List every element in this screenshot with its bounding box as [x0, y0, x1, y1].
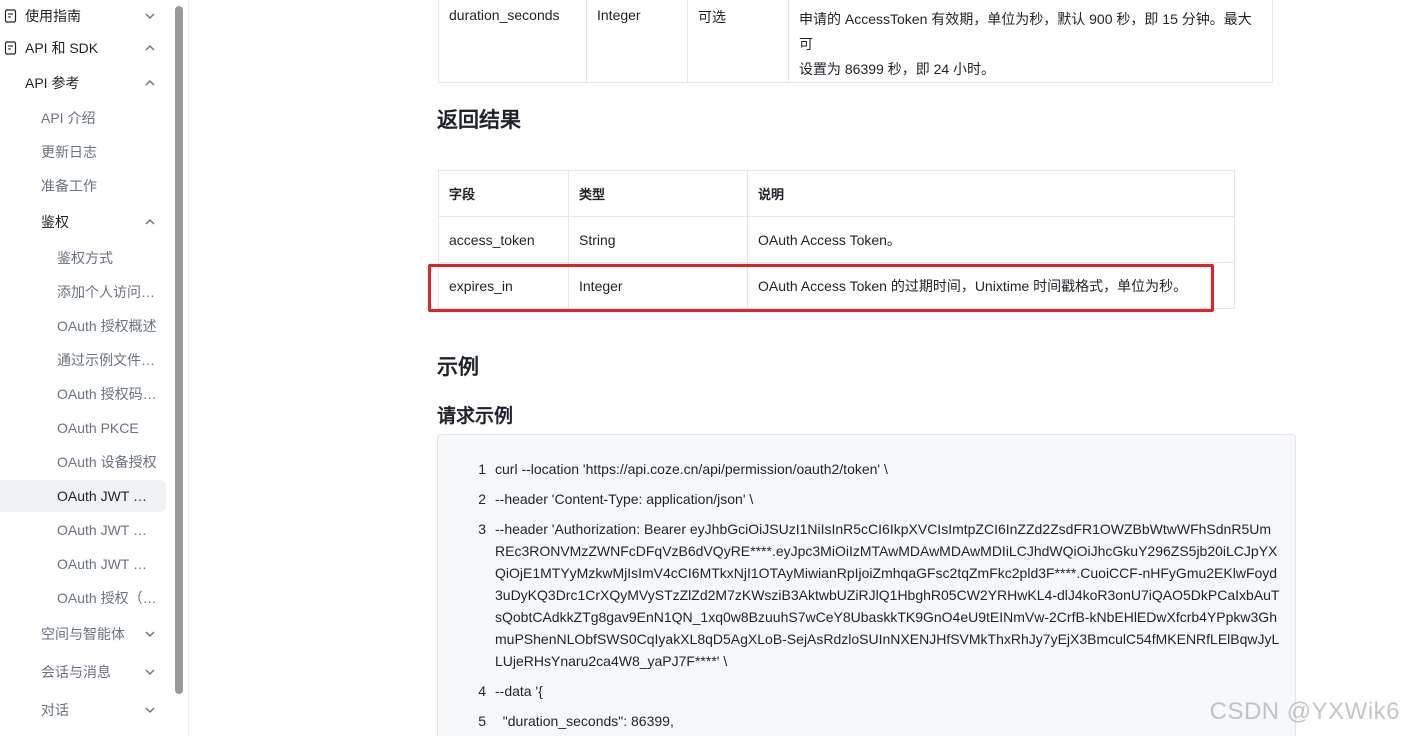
line-number: 4 — [478, 683, 486, 699]
example-section-title: 示例 — [437, 356, 479, 379]
param-desc-line: 设置为 86399 秒，即 24 小时。 — [799, 61, 996, 77]
chevron-down-icon — [145, 707, 155, 713]
sidebar-item-preparation[interactable]: 准备工作 — [0, 170, 166, 202]
sidebar-item-oauth-overview[interactable]: OAuth 授权概述 — [0, 310, 166, 342]
sidebar-item-sample-files[interactable]: 通过示例文件… — [0, 344, 166, 376]
sidebar-item-label: OAuth 设备授权 — [57, 454, 157, 470]
document-icon — [4, 41, 17, 55]
chevron-up-icon — [145, 45, 155, 51]
sidebar-item-label: OAuth JWT … — [57, 488, 147, 504]
table-row: access_token String OAuth Access Token。 — [438, 216, 1235, 263]
sidebar-item-label: 鉴权 — [41, 214, 69, 230]
param-type: Integer — [586, 0, 688, 83]
response-field: expires_in — [438, 262, 569, 309]
sidebar-item-label: OAuth PKCE — [57, 420, 139, 436]
response-section-title: 返回结果 — [437, 109, 521, 132]
column-header-desc: 说明 — [747, 170, 1235, 217]
line-number: 5 — [478, 713, 486, 729]
document-icon — [4, 9, 17, 23]
sidebar-item-api-reference[interactable]: API 参考 — [0, 67, 166, 99]
chevron-up-icon — [145, 80, 155, 86]
response-desc: OAuth Access Token 的过期时间，Unixtime 时间戳格式，… — [747, 262, 1235, 309]
sidebar-item-chat[interactable]: 对话 — [0, 694, 166, 726]
sidebar-item-label: API 参考 — [25, 75, 80, 91]
sidebar-item-label: 准备工作 — [41, 178, 97, 194]
sidebar-item-api-sdk[interactable]: API 和 SDK — [0, 32, 166, 64]
sidebar-item-label: 空间与智能体 — [41, 626, 125, 642]
sidebar-scrollbar-thumb[interactable] — [175, 6, 183, 694]
param-name: duration_seconds — [438, 0, 587, 83]
sidebar-item-usage-guide[interactable]: 使用指南 — [0, 0, 166, 32]
code-text: --header 'Authorization: Bearer eyJhbGci… — [495, 521, 1280, 669]
sidebar-item-api-intro[interactable]: API 介绍 — [0, 102, 166, 134]
sidebar-item-space-agents[interactable]: 空间与智能体 — [0, 618, 166, 650]
sidebar-item-label: 鉴权方式 — [57, 250, 113, 266]
sidebar-item-oauth-jwt-active[interactable]: OAuth JWT … — [0, 480, 166, 512]
response-desc: OAuth Access Token。 — [747, 216, 1235, 263]
sidebar-item-oauth-authorize[interactable]: OAuth 授权（… — [0, 582, 166, 614]
table-row: expires_in Integer OAuth Access Token 的过… — [438, 262, 1235, 309]
chevron-down-icon — [145, 631, 155, 637]
sidebar-item-label: API 和 SDK — [25, 40, 99, 56]
sidebar-item-label: 使用指南 — [25, 8, 81, 24]
param-desc: 申请的 AccessToken 有效期，单位为秒，默认 900 秒，即 15 分… — [788, 0, 1273, 83]
request-example-subtitle: 请求示例 — [437, 406, 514, 427]
table-header-row: 字段 类型 说明 — [438, 170, 1235, 217]
sidebar-divider — [188, 0, 189, 736]
watermark: CSDN @YXWik6 — [1209, 698, 1400, 725]
sidebar-item-conversations[interactable]: 会话与消息 — [0, 656, 166, 688]
request-params-table: duration_seconds Integer 可选 申请的 AccessTo… — [438, 0, 1273, 83]
response-type: String — [568, 216, 748, 263]
sidebar-item-oauth-code[interactable]: OAuth 授权码… — [0, 378, 166, 410]
line-number: 1 — [478, 461, 486, 477]
sidebar-item-label: 会话与消息 — [41, 664, 111, 680]
app-window: 使用指南 API 和 SDK API 参考 API 介绍 更新日志 准备工作 鉴… — [0, 0, 1406, 736]
sidebar-item-label: OAuth JWT … — [57, 556, 147, 572]
sidebar-item-label: 通过示例文件… — [57, 352, 155, 368]
sidebar-item-label: OAuth 授权概述 — [57, 318, 157, 334]
code-text: --header 'Content-Type: application/json… — [495, 491, 754, 507]
sidebar-item-changelog[interactable]: 更新日志 — [0, 136, 166, 168]
column-header-type: 类型 — [568, 170, 748, 217]
sidebar-item-label: OAuth 授权码… — [57, 386, 157, 402]
sidebar-item-label: OAuth JWT … — [57, 522, 147, 538]
chevron-down-icon — [145, 13, 155, 19]
response-type: Integer — [568, 262, 748, 309]
response-field: access_token — [438, 216, 569, 263]
sidebar-item-label: OAuth 授权（… — [57, 590, 157, 606]
sidebar-item-oauth-jwt-3[interactable]: OAuth JWT … — [0, 548, 166, 580]
code-text: curl --location 'https://api.coze.cn/api… — [495, 461, 888, 477]
response-table: 字段 类型 说明 access_token String OAuth Acces… — [438, 170, 1235, 309]
code-text: "duration_seconds": 86399, — [495, 713, 674, 729]
sidebar-item-label: 添加个人访问… — [57, 284, 155, 300]
sidebar-item-personal-token[interactable]: 添加个人访问… — [0, 276, 166, 308]
sidebar-item-label: 对话 — [41, 702, 69, 718]
sidebar-item-auth-methods[interactable]: 鉴权方式 — [0, 242, 166, 274]
line-number: 3 — [478, 521, 486, 537]
sidebar-nav: 使用指南 API 和 SDK API 参考 API 介绍 更新日志 准备工作 鉴… — [0, 0, 172, 736]
param-required: 可选 — [687, 0, 789, 83]
line-number: 2 — [478, 491, 486, 507]
param-desc-line: 申请的 AccessToken 有效期，单位为秒，默认 900 秒，即 15 分… — [799, 11, 1252, 52]
sidebar-item-oauth-pkce[interactable]: OAuth PKCE — [0, 412, 166, 444]
table-row: duration_seconds Integer 可选 申请的 AccessTo… — [438, 0, 1273, 83]
code-block[interactable]: 1 curl --location 'https://api.coze.cn/a… — [437, 434, 1296, 736]
column-header-field: 字段 — [438, 170, 569, 217]
sidebar-item-oauth-jwt-2[interactable]: OAuth JWT … — [0, 514, 166, 546]
chevron-down-icon — [145, 669, 155, 675]
sidebar-item-label: API 介绍 — [41, 110, 96, 126]
sidebar-item-oauth-device[interactable]: OAuth 设备授权 — [0, 446, 166, 478]
sidebar-item-label: 更新日志 — [41, 144, 97, 160]
sidebar-item-auth[interactable]: 鉴权 — [0, 206, 166, 238]
chevron-up-icon — [145, 219, 155, 225]
code-text: --data '{ — [495, 683, 543, 699]
